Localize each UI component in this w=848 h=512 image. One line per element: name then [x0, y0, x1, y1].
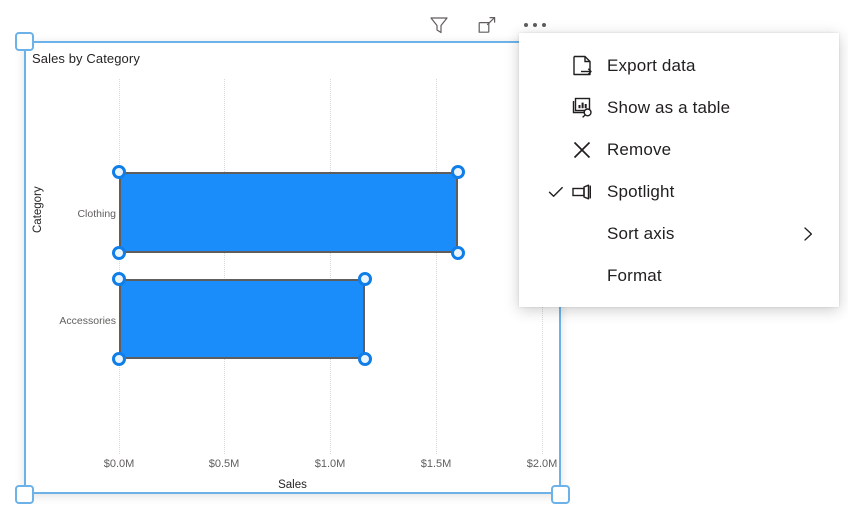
x-axis-tick-1: $0.5M [208, 458, 240, 470]
menu-item-export-data[interactable]: Export data [519, 45, 839, 87]
more-options-context-menu[interactable]: Export data Show as a table Remove Spotl… [519, 33, 839, 307]
menu-item-label: Export data [607, 56, 696, 75]
resize-handle-bar-accessories-top-right[interactable] [358, 272, 372, 286]
x-axis-tick-3: $1.5M [420, 458, 452, 470]
menu-item-spotlight[interactable]: Spotlight [519, 171, 839, 213]
visual-resize-handle-bottom-left[interactable] [15, 485, 34, 504]
gridline [436, 79, 437, 454]
filter-icon[interactable] [425, 11, 453, 39]
menu-item-sort-axis[interactable]: Sort axis [519, 213, 839, 255]
x-axis-title: Sales [278, 479, 307, 491]
visual-resize-handle-bottom-right[interactable] [551, 485, 570, 504]
checkmark-icon [543, 183, 569, 201]
chevron-right-icon [799, 225, 817, 243]
bar-clothing[interactable] [119, 172, 458, 253]
bar-accessories[interactable] [119, 279, 365, 359]
menu-item-format[interactable]: Format [519, 255, 839, 297]
x-axis-tick-4: $2.0M [526, 458, 558, 470]
focus-mode-icon[interactable] [473, 11, 501, 39]
gridline [330, 79, 331, 454]
menu-item-label: Sort axis [607, 224, 675, 243]
resize-handle-bar-accessories-bottom-left[interactable] [112, 352, 126, 366]
x-axis-tick-0: $0.0M [103, 458, 135, 470]
x-axis-tick-2: $1.0M [314, 458, 346, 470]
resize-handle-bar-clothing-bottom-right[interactable] [451, 246, 465, 260]
chart-visual-container[interactable]: Sales by Category Clothing Accessories $… [24, 41, 561, 494]
export-data-icon [569, 53, 607, 79]
resize-handle-bar-clothing-top-right[interactable] [451, 165, 465, 179]
resize-handle-bar-accessories-top-left[interactable] [112, 272, 126, 286]
resize-handle-bar-clothing-bottom-left[interactable] [112, 246, 126, 260]
menu-item-remove[interactable]: Remove [519, 129, 839, 171]
gridline [119, 79, 120, 454]
gridline [224, 79, 225, 454]
menu-item-label: Format [607, 266, 662, 285]
menu-item-show-as-a-table[interactable]: Show as a table [519, 87, 839, 129]
menu-item-label: Spotlight [607, 182, 675, 201]
remove-icon [569, 137, 607, 163]
y-axis-label-accessories: Accessories [59, 315, 116, 327]
menu-item-label: Remove [607, 140, 672, 159]
resize-handle-bar-accessories-bottom-right[interactable] [358, 352, 372, 366]
chart-plot-area[interactable]: Clothing Accessories $0.0M $0.5M $1.0M $… [26, 43, 559, 492]
y-axis-label-clothing: Clothing [77, 208, 116, 220]
ellipsis-dots [524, 23, 546, 27]
visual-resize-handle-top-left[interactable] [15, 32, 34, 51]
spotlight-icon [569, 179, 607, 205]
show-as-table-icon [569, 95, 607, 121]
y-axis-title: Category [32, 186, 44, 233]
menu-item-label: Show as a table [607, 98, 731, 117]
resize-handle-bar-clothing-top-left[interactable] [112, 165, 126, 179]
